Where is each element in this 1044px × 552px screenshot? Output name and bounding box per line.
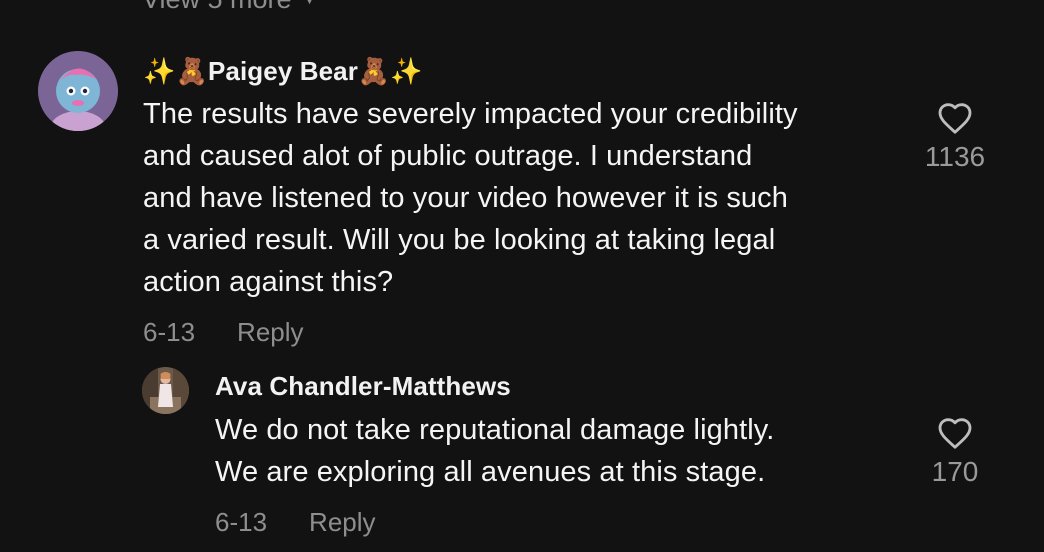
avatar-image: [142, 367, 189, 414]
chevron-down-icon: ▼: [302, 0, 318, 9]
reply-text: We do not take reputational damage light…: [215, 414, 775, 488]
comment-text: The results have severely impacted your …: [143, 98, 798, 298]
reply-button[interactable]: Reply: [309, 507, 375, 538]
view-more-replies[interactable]: View 5 more ▼: [142, 0, 317, 15]
comment-meta: 6-13 Reply: [143, 317, 304, 348]
comment-username[interactable]: ✨🧸Paigey Bear🧸✨: [143, 56, 423, 87]
avatar-image: [38, 51, 118, 131]
comment-date: 6-13: [143, 317, 196, 347]
avatar[interactable]: [38, 51, 118, 131]
like-count: 1136: [924, 141, 986, 172]
like-count: 170: [931, 456, 979, 487]
reply-meta: 6-13 Reply: [215, 507, 376, 538]
like-button[interactable]: 170: [910, 416, 1000, 488]
heart-icon: [938, 418, 972, 449]
reply-date: 6-13: [215, 507, 268, 537]
reply-button[interactable]: Reply: [237, 317, 303, 348]
heart-icon: [938, 103, 972, 134]
reply-username[interactable]: Ava Chandler-Matthews: [215, 371, 511, 402]
view-more-label: View 5 more: [142, 0, 292, 15]
avatar[interactable]: [142, 367, 189, 414]
like-button[interactable]: 1136: [910, 101, 1000, 173]
